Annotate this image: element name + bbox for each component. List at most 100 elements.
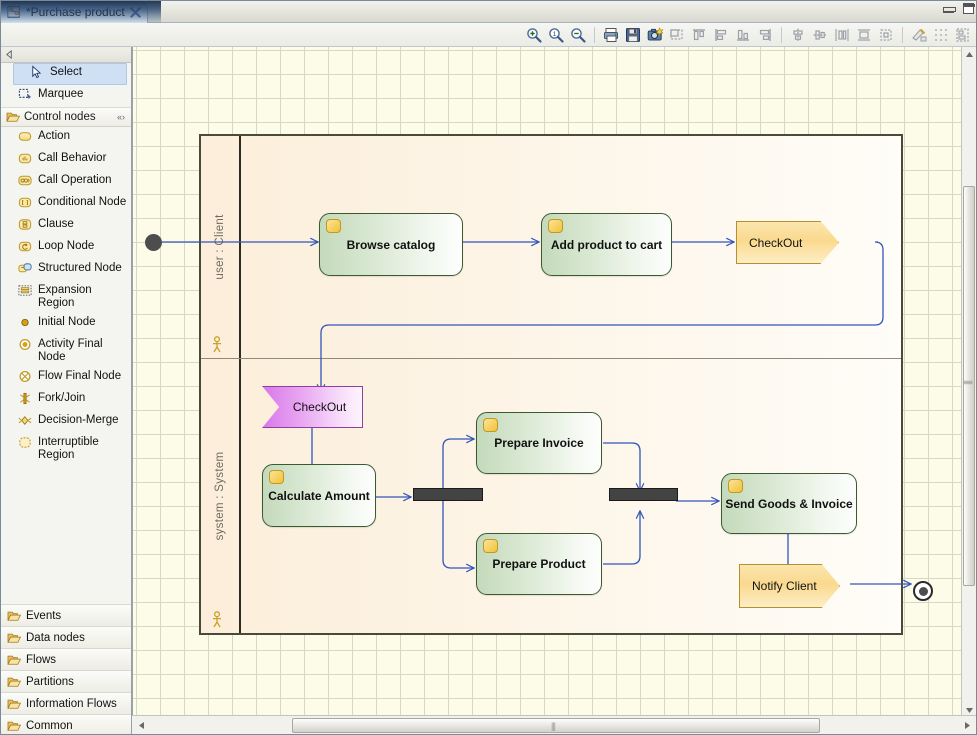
format-painter-icon[interactable] bbox=[908, 25, 930, 45]
palette-tool-select[interactable]: Select bbox=[13, 63, 127, 85]
palette-item-initial-node[interactable]: Initial Node bbox=[1, 313, 131, 335]
action-node-browse-catalog[interactable]: Browse catalog bbox=[319, 213, 463, 276]
match-height-icon[interactable] bbox=[853, 25, 875, 45]
palette-drawer-partitions[interactable]: Partitions bbox=[1, 670, 131, 692]
flow-final-node-icon bbox=[17, 369, 33, 384]
distribute-vertical-icon[interactable] bbox=[831, 25, 853, 45]
palette-item-structured-node[interactable]: Structured Node bbox=[1, 259, 131, 281]
action-node-add-product-to-cart[interactable]: Add product to cart bbox=[541, 213, 672, 276]
zoom-in-icon[interactable] bbox=[523, 25, 545, 45]
action-label: Browse catalog bbox=[347, 238, 436, 252]
palette-item-label: Decision-Merge bbox=[38, 414, 127, 427]
open-folder-icon bbox=[7, 720, 21, 732]
send-signal-node-checkout[interactable]: CheckOut bbox=[736, 221, 839, 264]
palette-item-interruptible-region[interactable]: Interruptible Region bbox=[1, 433, 131, 465]
palette-item-label: Activity Final Node bbox=[38, 338, 127, 364]
print-icon[interactable] bbox=[600, 25, 622, 45]
palette-drawer-label: Events bbox=[26, 610, 61, 622]
palette-item-flow-final-node[interactable]: Flow Final Node bbox=[1, 367, 131, 389]
align-center-vertical-icon[interactable] bbox=[787, 25, 809, 45]
palette-item-decision-merge[interactable]: Decision-Merge bbox=[1, 411, 131, 433]
palette-item-activity-final-node[interactable]: Activity Final Node bbox=[1, 335, 131, 367]
arrange-all-icon[interactable] bbox=[952, 25, 974, 45]
palette-drawer-label: Flows bbox=[26, 654, 56, 666]
send-signal-node-notify-client[interactable]: Notify Client bbox=[739, 564, 840, 608]
initial-node[interactable] bbox=[145, 234, 162, 251]
palette-item-label: Call Operation bbox=[38, 174, 127, 187]
align-left-icon[interactable] bbox=[710, 25, 732, 45]
palette-tool-label: Marquee bbox=[38, 88, 127, 101]
action-node-icon bbox=[17, 129, 33, 144]
palette-item-call-behavior[interactable]: Call Behavior bbox=[1, 149, 131, 171]
structured-node-icon bbox=[17, 261, 33, 276]
vertical-scrollbar-thumb[interactable]: ||| bbox=[963, 186, 975, 586]
palette-header[interactable] bbox=[1, 47, 131, 63]
action-node-calculate-amount[interactable]: Calculate Amount bbox=[262, 464, 376, 527]
collapse-group-icon[interactable]: «› bbox=[117, 112, 125, 122]
action-node-send-goods-invoice[interactable]: Send Goods & Invoice bbox=[721, 473, 857, 534]
palette-drawer-control-nodes[interactable]: Control nodes «› bbox=[1, 107, 131, 127]
palette-drawer-data-nodes[interactable]: Data nodes bbox=[1, 626, 131, 648]
expansion-region-icon bbox=[17, 283, 33, 298]
join-node-bar[interactable] bbox=[609, 488, 678, 501]
save-icon[interactable] bbox=[622, 25, 644, 45]
activity-diagram-icon bbox=[7, 5, 21, 19]
palette-item-call-operation[interactable]: Call Operation bbox=[1, 171, 131, 193]
palette: Select Marquee Control nodes «› Action bbox=[1, 47, 132, 735]
action-pin-icon bbox=[548, 219, 563, 233]
open-folder-icon bbox=[7, 632, 21, 644]
snap-to-grid-icon[interactable] bbox=[930, 25, 952, 45]
tab-title: *Purchase product bbox=[26, 5, 125, 19]
palette-drawer-common[interactable]: Common bbox=[1, 714, 131, 735]
diagram-canvas[interactable]: user : Client system : System bbox=[132, 47, 963, 717]
align-bottom-icon[interactable] bbox=[732, 25, 754, 45]
send-signal-label: Notify Client bbox=[752, 579, 817, 593]
palette-drawer-label: Data nodes bbox=[26, 632, 85, 644]
fork-join-icon bbox=[17, 391, 33, 406]
scroll-up-icon[interactable] bbox=[962, 47, 976, 61]
toolbar-separator-2 bbox=[781, 27, 782, 43]
horizontal-scrollbar-thumb[interactable]: ||| bbox=[292, 718, 820, 733]
collapse-palette-icon[interactable] bbox=[5, 50, 14, 59]
scrollbar-grip: ||| bbox=[964, 380, 974, 384]
action-node-prepare-product[interactable]: Prepare Product bbox=[476, 533, 602, 595]
zoom-out-icon[interactable] bbox=[567, 25, 589, 45]
palette-item-conditional-node[interactable]: Conditional Node bbox=[1, 193, 131, 215]
align-right-icon[interactable] bbox=[754, 25, 776, 45]
palette-item-fork-join[interactable]: Fork/Join bbox=[1, 389, 131, 411]
close-icon[interactable] bbox=[130, 7, 141, 18]
editor-tab-bar: *Purchase product bbox=[1, 1, 977, 23]
horizontal-scrollbar[interactable]: ||| bbox=[132, 715, 977, 734]
editor-tab-purchase-product[interactable]: *Purchase product bbox=[1, 1, 148, 23]
vertical-scrollbar[interactable]: ||| bbox=[961, 47, 976, 717]
palette-item-expansion-region[interactable]: Expansion Region bbox=[1, 281, 131, 313]
palette-item-label: Structured Node bbox=[38, 262, 127, 275]
screenshot-icon[interactable] bbox=[644, 25, 666, 45]
action-pin-icon bbox=[483, 418, 498, 432]
palette-item-action[interactable]: Action bbox=[1, 127, 131, 149]
window-controls bbox=[943, 3, 974, 14]
fork-node-bar[interactable] bbox=[413, 488, 483, 501]
maximize-icon[interactable] bbox=[963, 3, 974, 14]
scroll-right-icon[interactable] bbox=[960, 718, 974, 732]
actor-icon bbox=[210, 611, 224, 629]
action-label: Add product to cart bbox=[551, 238, 662, 252]
palette-drawer-information-flows[interactable]: Information Flows bbox=[1, 692, 131, 714]
palette-drawer-flows[interactable]: Flows bbox=[1, 648, 131, 670]
palette-tool-marquee[interactable]: Marquee bbox=[1, 85, 131, 107]
palette-item-clause[interactable]: Clause bbox=[1, 215, 131, 237]
activity-final-node[interactable] bbox=[913, 581, 933, 601]
palette-item-loop-node[interactable]: Loop Node bbox=[1, 237, 131, 259]
activity-final-node-icon bbox=[17, 337, 33, 352]
align-middle-horizontal-icon[interactable] bbox=[809, 25, 831, 45]
palette-drawer-label: Common bbox=[26, 720, 73, 732]
minimize-icon[interactable] bbox=[943, 5, 954, 13]
scroll-left-icon[interactable] bbox=[134, 718, 148, 732]
autosize-icon[interactable] bbox=[875, 25, 897, 45]
palette-drawer-events[interactable]: Events bbox=[1, 604, 131, 626]
align-top-icon[interactable] bbox=[688, 25, 710, 45]
zoom-actual-icon[interactable]: 1 bbox=[545, 25, 567, 45]
action-node-prepare-invoice[interactable]: Prepare Invoice bbox=[476, 412, 602, 474]
select-area-icon[interactable] bbox=[666, 25, 688, 45]
action-label: Calculate Amount bbox=[268, 489, 370, 503]
